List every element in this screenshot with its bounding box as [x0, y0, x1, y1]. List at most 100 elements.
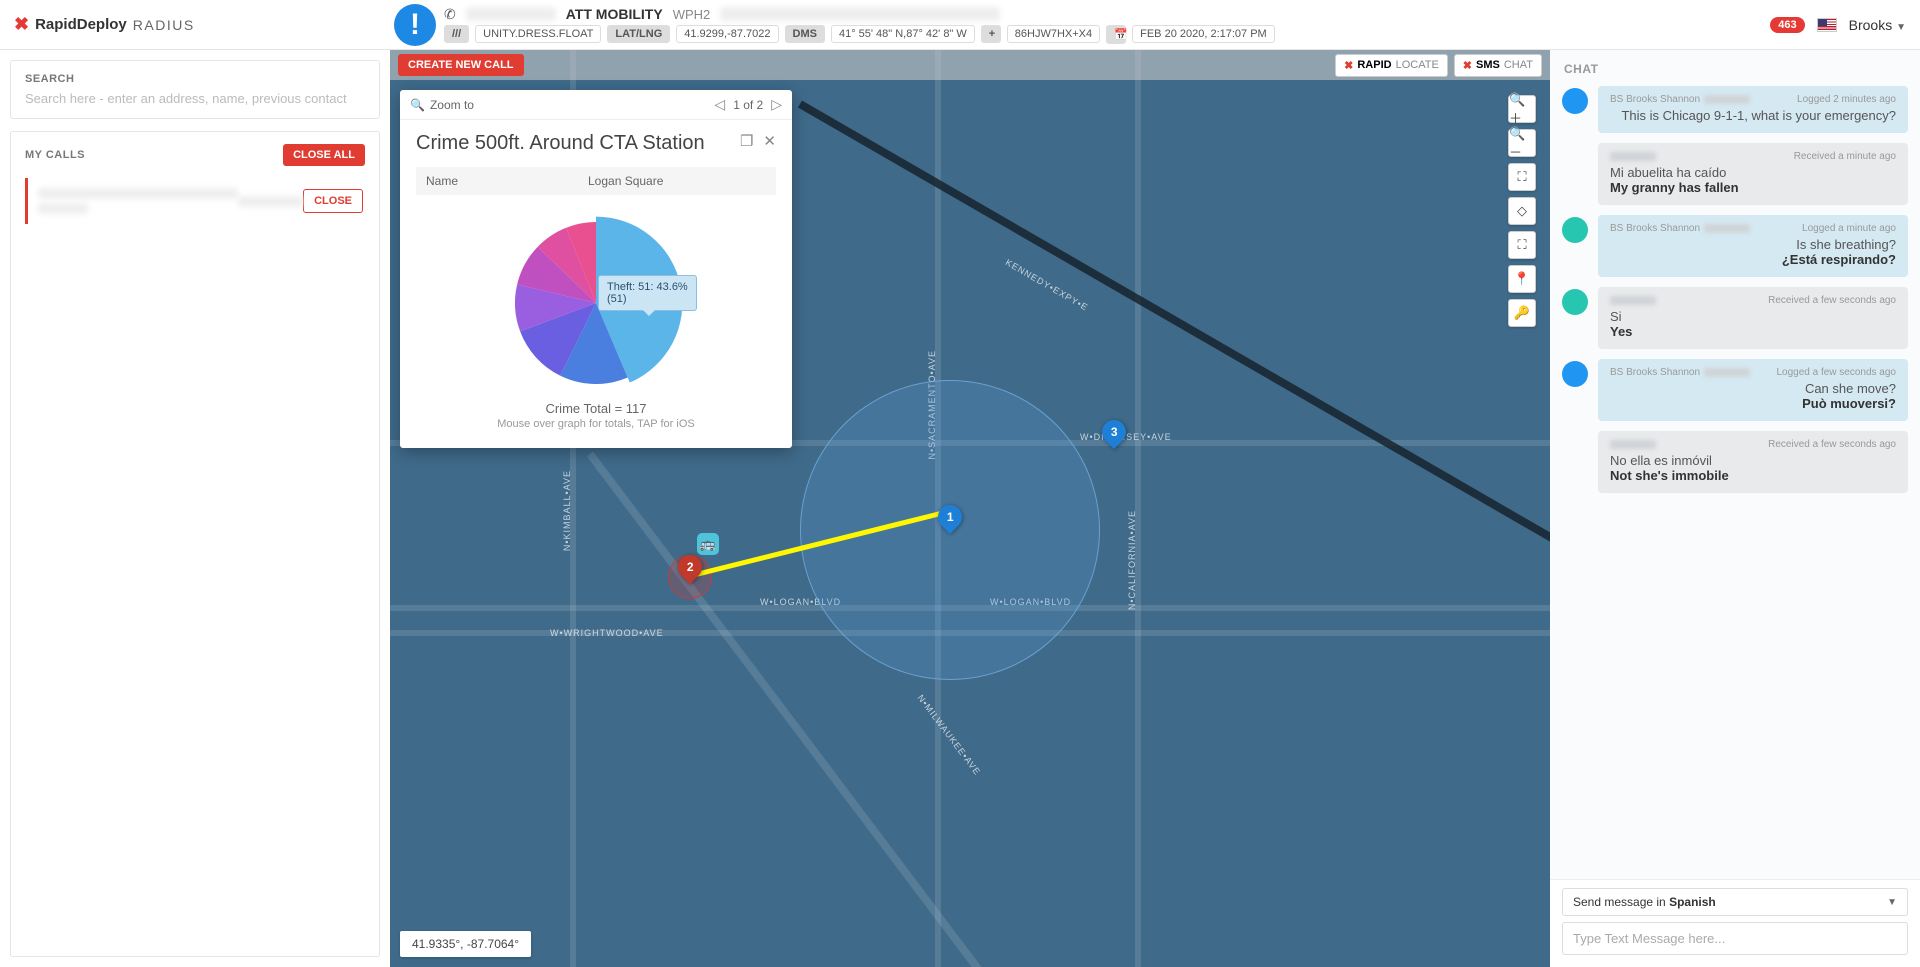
logo-brand: RapidDeploy: [35, 16, 127, 33]
pin-mode-button[interactable]: 📍: [1508, 265, 1536, 293]
chip-pluscode[interactable]: 86HJW7HX+X4: [1007, 25, 1100, 43]
map-controls: 🔍＋ 🔍－ ⛶ ◇ ⛶ 📍 🔑: [1508, 95, 1536, 327]
avatar: [1562, 217, 1588, 243]
caret-down-icon: ▼: [1896, 22, 1906, 33]
message-bubble: Received a few seconds agoNo ella es inm…: [1598, 431, 1908, 493]
call-list-item[interactable]: CLOSE: [25, 178, 365, 224]
chip-latlng[interactable]: 41.9299,-87.7022: [676, 25, 778, 43]
redacted-text: [1704, 95, 1750, 104]
pie-chart[interactable]: Theft: 51: 43.6% (51): [506, 213, 686, 393]
user-menu[interactable]: Brooks ▼: [1849, 17, 1906, 33]
road-label: N•CALIFORNIA•AVE: [1127, 510, 1137, 610]
avatar: [1562, 88, 1588, 114]
chip-plus[interactable]: +: [981, 25, 1001, 43]
pie-tooltip: Theft: 51: 43.6% (51): [598, 275, 697, 311]
header-right: 463 Brooks ▼: [1770, 17, 1906, 33]
map-view[interactable]: CREATE NEW CALL ✖RAPIDLOCATE ✖SMSCHAT W•…: [390, 50, 1550, 967]
message-translation: ¿Está respirando?: [1610, 252, 1896, 267]
language-select[interactable]: Send message in Spanish ▼: [1562, 888, 1908, 916]
message-text: This is Chicago 9-1-1, what is your emer…: [1610, 108, 1896, 123]
popup-toolbar: 🔍Zoom to ◁ 1 of 2 ▷: [400, 90, 792, 120]
coordinates-readout: 41.9335°, -87.7064°: [400, 931, 531, 957]
road-label: N•KIMBALL•AVE: [562, 470, 572, 551]
expand-button[interactable]: ⛶: [1508, 231, 1536, 259]
avatar: [1562, 433, 1588, 459]
chat-message: Received a minute ago Mi abuelita ha caíd…: [1562, 143, 1908, 205]
redacted-text: [38, 203, 88, 214]
map-toolbar: CREATE NEW CALL ✖RAPIDLOCATE ✖SMSCHAT: [390, 50, 1550, 80]
chat-message: BS Brooks ShannonLogged a few seconds ag…: [1562, 359, 1908, 421]
logo: ✖ RapidDeploy RADIUS: [14, 14, 394, 35]
message-timestamp: Received a few seconds ago: [1768, 295, 1896, 306]
locate-button[interactable]: ◇: [1508, 197, 1536, 225]
chat-label: CHAT: [1550, 50, 1920, 82]
phone-icon: ✆: [444, 6, 456, 23]
x-icon: ✖: [1344, 59, 1353, 72]
chat-message: BS Brooks ShannonLogged a minute agoIs s…: [1562, 215, 1908, 277]
chat-message: BS Brooks ShannonLogged 2 minutes agoThi…: [1562, 86, 1908, 133]
chat-message: Received a few seconds ago SiYes: [1562, 287, 1908, 349]
search-label: SEARCH: [25, 73, 365, 85]
zoom-out-button[interactable]: 🔍－: [1508, 129, 1536, 157]
road-label: N•MILWAUKEE•AVE: [916, 693, 983, 777]
top-header: ✖ RapidDeploy RADIUS ! ✆ ATT MOBILITY WP…: [0, 0, 1920, 50]
map-popup: 🔍Zoom to ◁ 1 of 2 ▷ Crime 500ft. Around …: [400, 90, 792, 448]
popup-col-name: Name: [416, 167, 578, 195]
fullscreen-button[interactable]: ⛶: [1508, 163, 1536, 191]
message-timestamp: Received a minute ago: [1794, 151, 1896, 162]
redacted-text: [1610, 152, 1656, 161]
mycalls-panel: MY CALLS CLOSE ALL CLOSE: [10, 131, 380, 957]
rapidlocate-button[interactable]: ✖RAPIDLOCATE: [1335, 54, 1448, 77]
message-text: Mi abuelita ha caído: [1610, 165, 1896, 180]
avatar: [1562, 361, 1588, 387]
next-arrow-icon[interactable]: ▷: [771, 96, 782, 113]
chip-w3w[interactable]: UNITY.DRESS.FLOAT: [475, 25, 601, 43]
transit-icon: [697, 533, 719, 555]
mycalls-label: MY CALLS: [25, 149, 85, 161]
message-bubble: BS Brooks ShannonLogged 2 minutes agoThi…: [1598, 86, 1908, 133]
calendar-icon[interactable]: 📅: [1106, 25, 1126, 44]
zoom-in-button[interactable]: 🔍＋: [1508, 95, 1536, 123]
key-button[interactable]: 🔑: [1508, 299, 1536, 327]
search-input[interactable]: [25, 91, 365, 106]
chip-dms[interactable]: 41° 55' 48" N,87° 42' 8" W: [831, 25, 975, 43]
logo-icon: ✖: [14, 14, 29, 35]
zoom-to-button[interactable]: 🔍Zoom to: [410, 98, 474, 112]
search-icon: 🔍: [410, 98, 425, 112]
x-icon: ✖: [1463, 59, 1472, 72]
redacted-text: [1704, 368, 1750, 377]
prev-arrow-icon[interactable]: ◁: [714, 96, 725, 113]
caret-down-icon: ▼: [1887, 897, 1897, 908]
message-text: Is she breathing?: [1610, 237, 1896, 252]
close-call-button[interactable]: CLOSE: [303, 189, 363, 213]
message-text: Can she move?: [1610, 381, 1896, 396]
chat-composer: Send message in Spanish ▼: [1550, 879, 1920, 967]
message-text: Si: [1610, 309, 1896, 324]
chat-messages: BS Brooks ShannonLogged 2 minutes agoThi…: [1550, 82, 1920, 879]
message-timestamp: Logged a minute ago: [1802, 223, 1896, 234]
message-input[interactable]: [1562, 922, 1908, 955]
close-icon[interactable]: ✕: [763, 132, 776, 150]
close-all-button[interactable]: CLOSE ALL: [283, 144, 365, 166]
avatar: [1562, 289, 1588, 315]
notification-badge[interactable]: 463: [1770, 17, 1804, 33]
message-translation: Yes: [1610, 324, 1896, 339]
chip-dms-label[interactable]: DMS: [785, 25, 825, 43]
message-bubble: Received a minute ago Mi abuelita ha caíd…: [1598, 143, 1908, 205]
popout-icon[interactable]: ❐: [740, 132, 753, 150]
alert-icon: !: [394, 4, 436, 46]
chip-w3w-prefix[interactable]: ///: [444, 25, 469, 43]
popup-title: Crime 500ft. Around CTA Station: [416, 132, 705, 155]
chip-latlng-label[interactable]: LAT/LNG: [607, 25, 670, 43]
smschat-button[interactable]: ✖SMSCHAT: [1454, 54, 1542, 77]
chart-hint: Mouse over graph for totals, TAP for iOS: [416, 418, 776, 430]
chat-panel: CHAT BS Brooks ShannonLogged 2 minutes a…: [1550, 50, 1920, 967]
call-header: ✆ ATT MOBILITY WPH2 /// UNITY.DRESS.FLOA…: [444, 6, 1770, 44]
redacted-text: [238, 196, 303, 207]
message-timestamp: Logged a few seconds ago: [1776, 367, 1896, 378]
popup-pager: 1 of 2: [733, 98, 763, 112]
message-translation: Not she's immobile: [1610, 468, 1896, 483]
search-panel: SEARCH: [10, 60, 380, 119]
message-text: No ella es inmóvil: [1610, 453, 1896, 468]
create-call-button[interactable]: CREATE NEW CALL: [398, 54, 524, 76]
